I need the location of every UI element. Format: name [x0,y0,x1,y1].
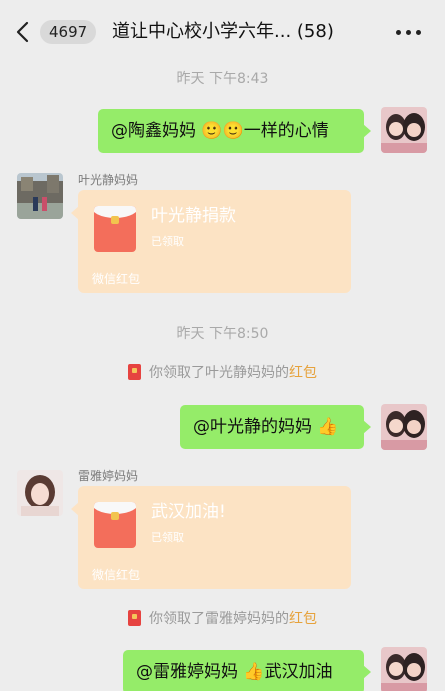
sender-name: 叶光静妈妈 [78,173,139,187]
unread-count-badge: 4697 [40,20,97,44]
system-notice-text: 你领取了雷雅婷妈妈的 [149,611,289,627]
red-packet-card[interactable]: 武汉加油! 已领取 微信红包 [71,486,351,589]
outgoing-message-bubble[interactable]: @陶鑫妈妈 🙂🙂一样的心情 [98,109,371,153]
red-packet-icon [128,364,141,380]
red-packet-link[interactable]: 红包 [289,611,317,627]
outgoing-message-bubble[interactable]: @叶光静的妈妈 👍 [180,405,371,449]
outgoing-message-bubble[interactable]: @雷雅婷妈妈 👍武汉加油 [123,650,371,691]
red-packet-icon [94,502,136,548]
red-packet-footer: 微信红包 [92,568,141,582]
system-notice: 你领取了雷雅婷妈妈的红包 [0,608,445,628]
my-avatar[interactable] [381,107,427,153]
red-packet-title: 武汉加油! [151,502,226,522]
red-packet-footer: 微信红包 [92,272,141,286]
chat-header: 4697 道让中心校小学六年... (58) [0,8,445,56]
back-button[interactable] [12,19,36,45]
timestamp: 昨天 下午8:50 [176,326,269,342]
chat-title: 道让中心校小学六年... (58) [112,21,334,42]
my-avatar[interactable] [381,647,427,691]
timestamp: 昨天 下午8:43 [176,71,269,87]
red-packet-status: 已领取 [151,235,184,248]
status-bar [0,0,445,8]
red-packet-title: 叶光静捐款 [151,206,236,226]
sender-name: 雷雅婷妈妈 [78,469,139,483]
chevron-left-icon [16,21,29,43]
red-packet-icon [128,610,141,626]
system-notice-text: 你领取了叶光静妈妈的 [149,365,289,381]
my-avatar[interactable] [381,404,427,450]
system-notice: 你领取了叶光静妈妈的红包 [0,362,445,382]
sender-avatar[interactable] [17,470,63,516]
red-packet-card[interactable]: 叶光静捐款 已领取 微信红包 [71,190,351,293]
red-packet-icon [94,206,136,252]
red-packet-status: 已领取 [151,531,184,544]
red-packet-link[interactable]: 红包 [289,365,317,381]
sender-avatar[interactable] [17,173,63,219]
more-dots-icon[interactable] [394,18,424,46]
